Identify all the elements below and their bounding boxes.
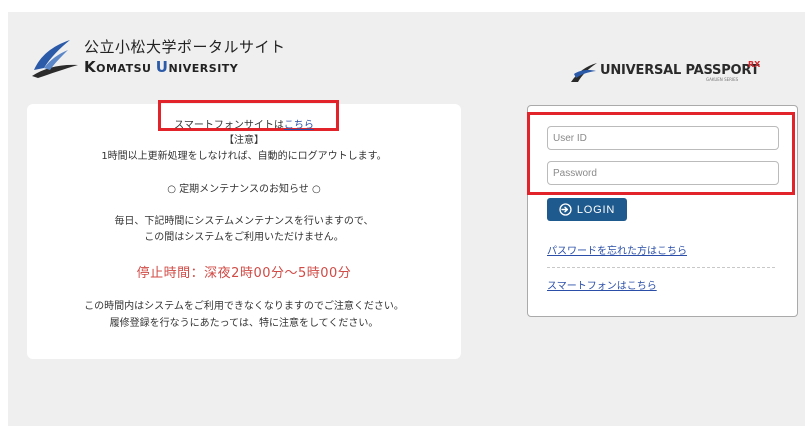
bottom-margin (0, 426, 805, 433)
maintenance-line-2: この間はシステムをご利用いただけません。 (144, 232, 344, 243)
smartphone-site-link[interactable]: こちら (284, 120, 314, 131)
logo-letter-u: U (155, 58, 169, 76)
smartphone-site-line: スマートフォンサイトはこちら (27, 116, 461, 131)
maintenance-title: ○ 定期メンテナンスのお知らせ ○ (167, 184, 321, 195)
university-logo[interactable]: 公立小松大学ポータルサイト KOMATSU UNIVERSITY (30, 34, 290, 82)
universal-passport-brand: UNIVERSAL PASSPORT RX GAKUEN SERIES (570, 60, 770, 88)
logo-letter-k: K (84, 58, 97, 76)
notice-heading: 【注意】 (224, 135, 264, 146)
login-button[interactable]: LOGIN (547, 198, 627, 221)
forgot-password-link[interactable]: パスワードを忘れた方はこちら (547, 242, 687, 257)
brand-subtitle: GAKUEN SERIES (706, 77, 739, 82)
smartphone-site-text: スマートフォンサイトは (174, 120, 284, 131)
left-margin (0, 0, 8, 433)
top-margin (0, 0, 805, 12)
login-arrow-icon (559, 203, 572, 216)
logo-english-name: KOMATSU UNIVERSITY (84, 58, 238, 76)
logo-japanese-name: 公立小松大学ポータルサイト (84, 38, 286, 56)
university-crane-logo-icon (32, 40, 78, 78)
maintenance-line-1: 毎日、下記時間にシステムメンテナンスを行いますので、 (114, 216, 374, 227)
auto-logout-notice: 1時間以上更新処理をしなければ、自動的にログアウトします。 (101, 151, 387, 162)
logo-text-omatsu: OMATSU (96, 62, 156, 75)
notice-panel: スマートフォンサイトはこちら 【注意】 1時間以上更新処理をしなければ、自動的に… (27, 100, 461, 359)
stop-time: 停止時間：深夜2時00分～5時00分 (136, 266, 352, 281)
brand-name: UNIVERSAL PASSPORT (600, 63, 760, 78)
smartphone-link[interactable]: スマートフォンはこちら (547, 277, 657, 292)
caution-line-1: この時間内はシステムをご利用できなくなりますのでご注意ください。 (84, 301, 404, 312)
link-divider (547, 267, 775, 268)
login-button-label: LOGIN (576, 203, 616, 216)
login-panel: LOGIN パスワードを忘れた方はこちら スマートフォンはこちら (527, 105, 798, 317)
login-fields-highlight-box (527, 112, 795, 195)
logo-text-niversity: NIVERSITY (168, 62, 239, 75)
swoosh-logo-icon (571, 63, 597, 82)
caution-line-2: 履修登録を行なうにあたっては、特に注意をしてください。 (109, 318, 379, 329)
brand-superscript: RX (748, 60, 761, 69)
